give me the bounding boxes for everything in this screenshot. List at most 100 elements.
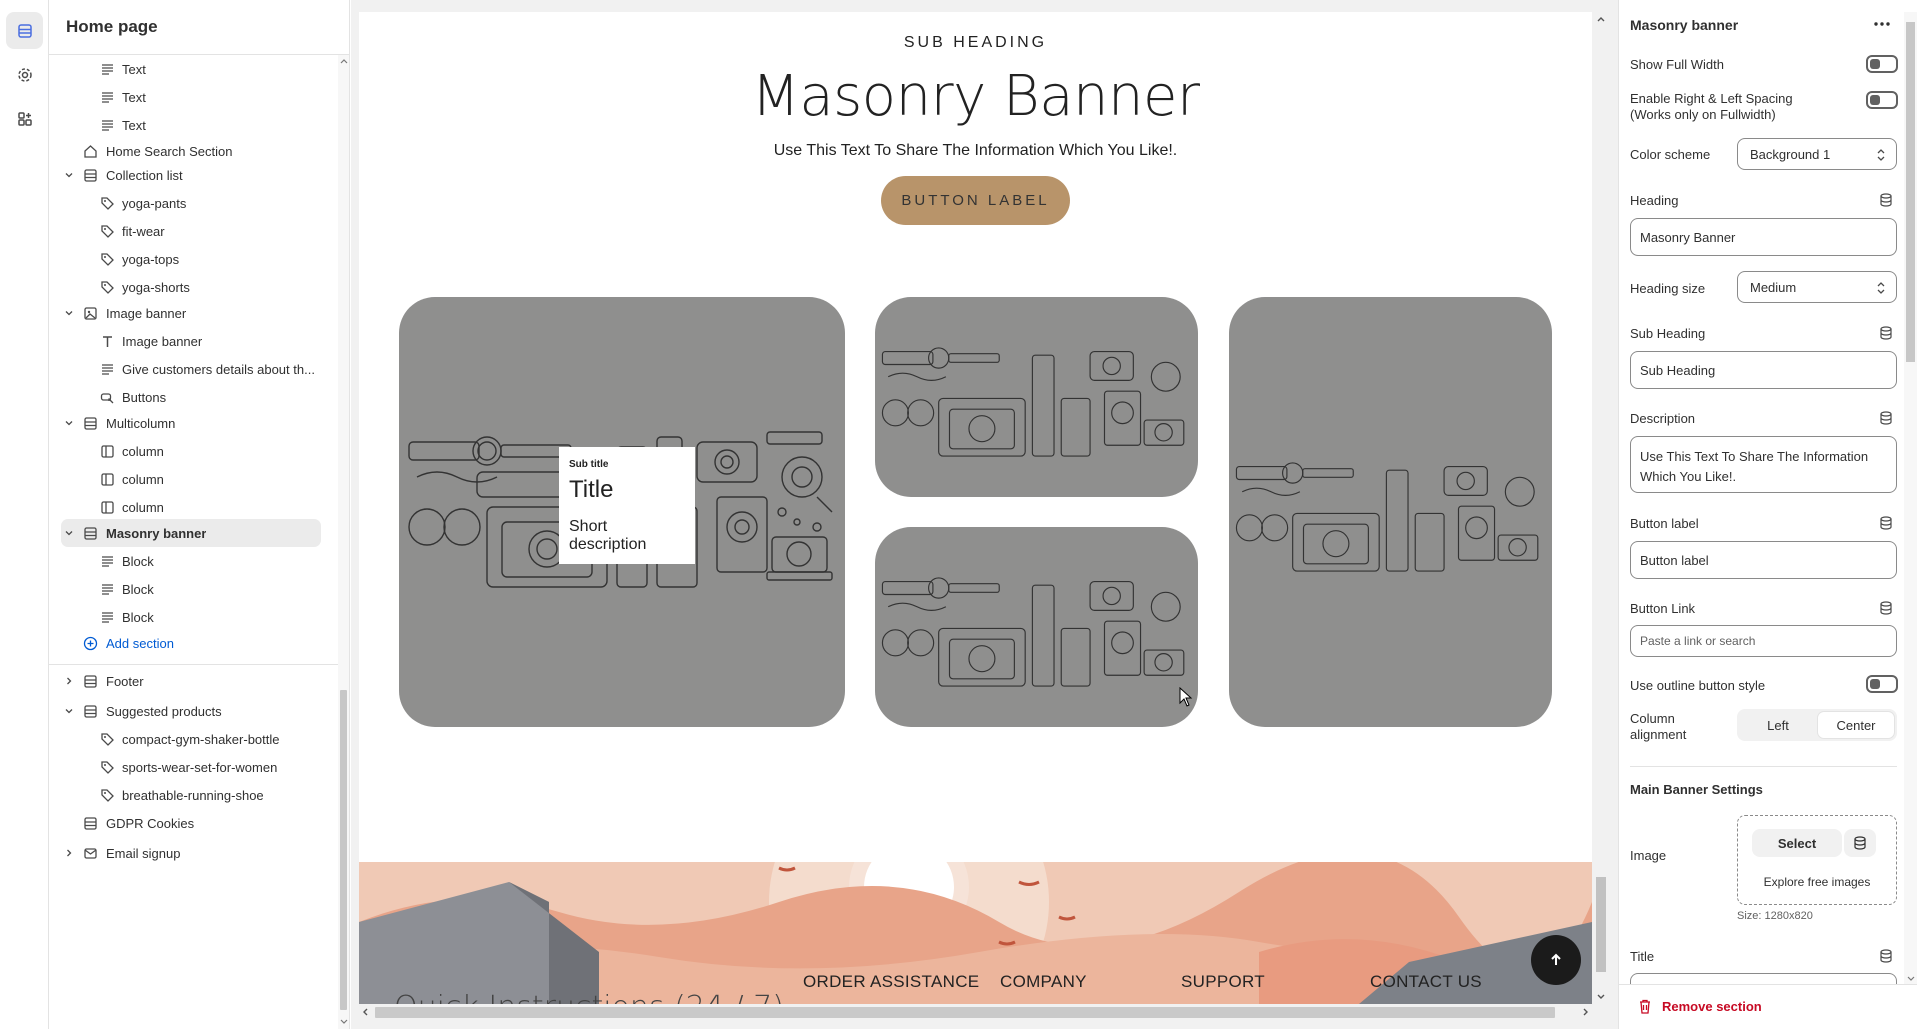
tree-item-multicolumn[interactable]: Multicolumn [49, 409, 339, 437]
tree-item-collection[interactable]: yoga-tops [49, 245, 339, 273]
tree-item-product[interactable]: sports-wear-set-for-women [49, 753, 339, 781]
button-label-input[interactable]: Button label [1630, 541, 1897, 579]
dynamic-source-icon[interactable] [1879, 411, 1893, 425]
tree-scrollbar[interactable] [338, 55, 349, 1029]
dynamic-source-icon[interactable] [1879, 601, 1893, 615]
tree-item-column[interactable]: column [49, 437, 339, 465]
section-icon [84, 416, 97, 430]
tree-item-product[interactable]: breathable-running-shoe [49, 781, 339, 809]
chevron-down-icon[interactable] [63, 527, 75, 539]
button-link-input[interactable]: Paste a link or search [1630, 625, 1897, 657]
enable-spacing-toggle[interactable] [1866, 91, 1898, 109]
scroll-down-icon[interactable] [1597, 994, 1605, 1000]
align-left-button[interactable]: Left [1740, 712, 1816, 738]
masonry-tile-bottom[interactable] [875, 527, 1198, 727]
dynamic-source-icon[interactable] [1879, 193, 1893, 207]
settings-scrollbar[interactable] [1904, 12, 1917, 984]
canvas-horizontal-thumb[interactable] [375, 1007, 1555, 1018]
footer-link-support[interactable]: SUPPORT [1181, 972, 1265, 992]
masonry-tile-main[interactable]: Sub title Title Short description [399, 297, 845, 727]
settings-scroll-thumb[interactable] [1906, 22, 1915, 362]
home-icon [84, 144, 97, 158]
chevron-right-icon[interactable] [63, 847, 75, 859]
tree-item-collection-list[interactable]: Collection list [49, 161, 339, 189]
color-scheme-select[interactable]: Background 1 [1737, 138, 1897, 170]
tree-item-heading[interactable]: Image banner [49, 327, 339, 355]
scroll-down-icon[interactable] [1907, 976, 1915, 982]
image-picker: Select Explore free images [1737, 815, 1897, 905]
sections-icon[interactable] [6, 12, 43, 49]
tree-item-block[interactable]: Block [49, 603, 339, 631]
tree-item-text[interactable]: Text [49, 111, 339, 139]
sub-heading-input[interactable]: Sub Heading [1630, 351, 1897, 389]
apps-icon[interactable] [6, 100, 43, 137]
chevron-down-icon[interactable] [63, 705, 75, 717]
section-icon [84, 816, 97, 830]
image-source-button[interactable] [1844, 829, 1876, 857]
scroll-up-icon[interactable] [340, 58, 348, 64]
tree-item-gdpr-cookies[interactable]: GDPR Cookies [49, 809, 339, 837]
tag-icon [101, 788, 114, 802]
column-icon [101, 444, 114, 458]
scroll-up-icon[interactable] [1597, 16, 1605, 22]
scroll-down-icon[interactable] [340, 1019, 348, 1025]
tree-item-buttons[interactable]: Buttons [49, 383, 339, 411]
add-section-button[interactable]: Add section [49, 629, 339, 657]
tree-item-block[interactable]: Block [49, 547, 339, 575]
chevron-down-icon[interactable] [63, 169, 75, 181]
banner-button[interactable]: BUTTON LABEL [881, 176, 1070, 225]
tree-item-text[interactable]: Text [49, 55, 339, 83]
tree-item-email-signup[interactable]: Email signup [49, 839, 339, 867]
tree-item-collection[interactable]: fit-wear [49, 217, 339, 245]
chevron-down-icon[interactable] [63, 307, 75, 319]
explore-free-images-link[interactable]: Explore free images [1738, 875, 1896, 889]
select-image-button[interactable]: Select [1752, 829, 1842, 857]
tree-item-column[interactable]: column [49, 493, 339, 521]
footer-link-contact-us[interactable]: CONTACT US [1370, 972, 1482, 992]
footer-link-company[interactable]: COMPANY [1000, 972, 1087, 992]
overlay-card[interactable]: Sub title Title Short description [559, 447, 695, 564]
show-full-width-label: Show Full Width [1630, 57, 1724, 72]
tree-item-collection[interactable]: yoga-pants [49, 189, 339, 217]
banner-heading[interactable]: Masonry Banner [359, 64, 1592, 129]
scroll-right-icon[interactable] [1583, 1008, 1589, 1016]
chevron-right-icon[interactable] [63, 675, 75, 687]
heading-input[interactable]: Masonry Banner [1630, 218, 1897, 256]
align-center-button[interactable]: Center [1818, 712, 1894, 738]
tree-scroll-thumb[interactable] [340, 690, 347, 1010]
email-icon [84, 847, 97, 859]
tree-item-image-banner[interactable]: Image banner [49, 299, 339, 327]
canvas-horizontal-scrollbar[interactable] [359, 1004, 1592, 1021]
tree-item-text[interactable]: Give customers details about th... [49, 355, 339, 383]
tree-item-block[interactable]: Block [49, 575, 339, 603]
description-textarea[interactable]: Use This Text To Share The Information W… [1630, 436, 1897, 493]
show-full-width-toggle[interactable] [1866, 55, 1898, 73]
dynamic-source-icon[interactable] [1879, 326, 1893, 340]
masonry-tile-right[interactable] [1229, 297, 1552, 727]
banner-sub-heading[interactable]: SUB HEADING [359, 34, 1592, 52]
chevron-down-icon[interactable] [63, 417, 75, 429]
outline-style-toggle[interactable] [1866, 675, 1898, 693]
dynamic-source-icon[interactable] [1879, 516, 1893, 530]
footer-link-order-assistance[interactable]: ORDER ASSISTANCE [803, 972, 979, 992]
canvas-vertical-thumb[interactable] [1596, 877, 1606, 972]
remove-section-button[interactable]: Remove section [1638, 999, 1762, 1014]
banner-description[interactable]: Use This Text To Share The Information W… [359, 142, 1592, 160]
settings-gear-icon[interactable] [6, 56, 43, 93]
canvas-vertical-scrollbar[interactable] [1592, 12, 1610, 1004]
tree-item-footer[interactable]: Footer [49, 667, 339, 695]
tree-item-masonry-banner[interactable]: Masonry banner [49, 519, 339, 547]
tree-item-column[interactable]: column [49, 465, 339, 493]
flatlay-illustration [1235, 462, 1539, 572]
tree-item-product[interactable]: compact-gym-shaker-bottle [49, 725, 339, 753]
masonry-tile-top[interactable] [875, 297, 1198, 497]
heading-size-select[interactable]: Medium [1737, 271, 1897, 303]
dynamic-source-icon[interactable] [1879, 949, 1893, 963]
tree-item-suggested-products[interactable]: Suggested products [49, 697, 339, 725]
settings-divider [1630, 766, 1897, 767]
more-options-icon[interactable] [1874, 22, 1890, 26]
scroll-to-top-button[interactable] [1531, 935, 1581, 985]
tree-item-collection[interactable]: yoga-shorts [49, 273, 339, 301]
tree-item-text[interactable]: Text [49, 83, 339, 111]
scroll-left-icon[interactable] [362, 1008, 368, 1016]
